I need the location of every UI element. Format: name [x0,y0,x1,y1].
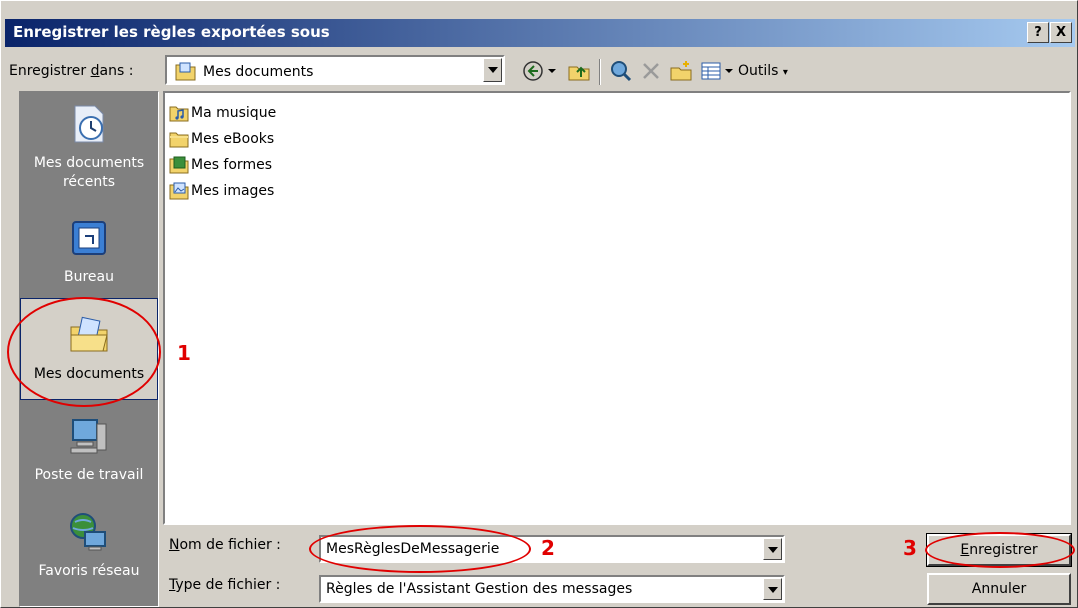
place-my-computer[interactable]: Poste de travail [20,414,158,504]
filetype-dropdown-button[interactable] [763,578,782,600]
place-label: Mes documents [33,366,145,382]
toolbar-separator [599,59,601,85]
save-in-combo[interactable]: Mes documents [165,55,505,85]
tools-menu[interactable]: Outils ▾ [738,63,788,79]
music-folder-icon [169,106,189,122]
save-in-dropdown-button[interactable] [483,58,502,82]
desktop-icon [72,221,106,255]
file-name: Mes formes [191,157,272,173]
list-item[interactable]: Mes formes [169,153,272,177]
place-label: Mes documents [33,155,145,171]
file-name: Mes eBooks [191,131,275,147]
filetype-value: Règles de l'Assistant Gestion des messag… [326,581,633,597]
list-item[interactable]: Mes eBooks [169,127,274,151]
list-item[interactable]: Mes images [169,179,274,203]
shapes-folder-icon [169,156,189,174]
filetype-label: Type de fichier : [169,577,281,593]
places-bar: Mes documents récents Bureau Mes documen… [19,91,159,607]
filename-dropdown-button[interactable] [763,538,782,560]
save-button[interactable]: Enregistrer [926,533,1072,567]
place-label: Poste de travail [34,467,144,483]
help-button[interactable]: ? [1027,22,1049,43]
file-list[interactable]: Ma musique Mes eBooks Mes formes Mes ima… [163,91,1071,525]
annotation-number-1: 1 [177,341,191,365]
network-places-icon [70,513,106,551]
place-label: Bureau [64,269,114,285]
views-icon[interactable] [699,59,723,83]
list-item[interactable]: Ma musique [169,101,276,125]
annotation-number-2: 2 [541,536,555,560]
place-desktop[interactable]: Bureau [20,216,158,296]
back-dropdown-icon[interactable] [546,59,558,83]
place-label: Favoris réseau [38,563,140,579]
dialog-title: Enregistrer les règles exportées sous [13,23,330,41]
place-recent-documents[interactable]: Mes documents récents [20,102,158,212]
my-computer-icon [70,419,107,454]
title-bar[interactable]: Enregistrer les règles exportées sous ? … [5,19,1075,47]
recent-documents-icon [74,105,104,143]
back-icon[interactable] [521,59,545,83]
my-documents-small-icon [175,62,196,81]
folder-icon [169,132,189,148]
my-documents-icon [70,316,108,352]
filename-label: Nom de fichier : [169,537,281,553]
search-web-icon[interactable] [609,59,633,83]
annotation-number-3: 3 [903,536,917,560]
save-dialog: Enregistrer les règles exportées sous ? … [0,0,1078,608]
up-folder-icon[interactable] [567,59,591,83]
filetype-select[interactable]: Règles de l'Assistant Gestion des messag… [319,575,785,603]
save-in-label: Enregistrer dans : [9,63,134,79]
new-folder-icon[interactable] [669,59,693,83]
place-network[interactable]: Favoris réseau [20,510,158,600]
save-in-value: Mes documents [203,64,314,80]
pictures-folder-icon [169,182,189,200]
cancel-button[interactable]: Annuler [927,573,1071,605]
file-name: Ma musique [191,105,277,121]
place-label-line2: récents [62,174,116,190]
place-my-documents[interactable]: Mes documents [20,298,158,400]
file-name: Mes images [191,183,275,199]
close-button[interactable]: X [1050,22,1072,43]
views-dropdown-icon[interactable] [723,59,735,83]
delete-icon[interactable] [639,59,663,83]
filename-value: MesRèglesDeMessagerie [326,541,500,557]
